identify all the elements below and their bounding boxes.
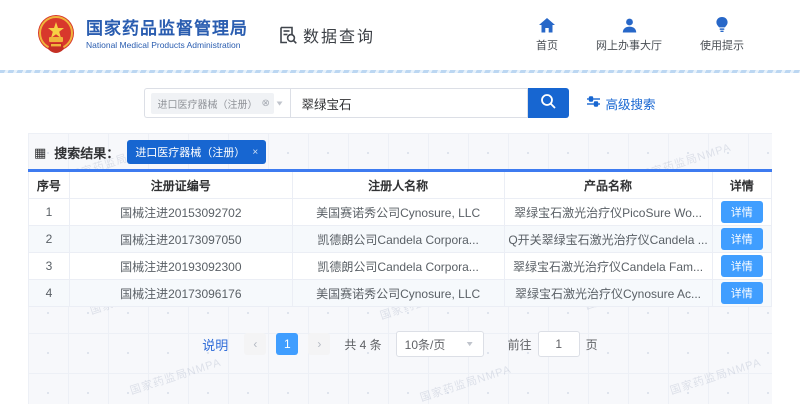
registrant: 凯德朗公司Candela Corpora... <box>292 253 504 280</box>
home-icon <box>539 17 555 33</box>
org-name-en: National Medical Products Administration <box>86 41 248 51</box>
app-title: 数据查询 <box>278 23 375 47</box>
cert-no: 国械注进20173096176 <box>69 280 292 307</box>
col-header-cert-no: 注册证编号 <box>69 171 292 199</box>
filter-sliders-icon <box>587 96 600 110</box>
row-index: 3 <box>29 253 70 280</box>
user-icon <box>622 17 637 33</box>
nav-label: 首页 <box>536 37 558 53</box>
header-nav: 首页 网上办事大厅 使用提示 <box>536 17 744 53</box>
active-filter-tag[interactable]: 进口医疗器械（注册） × <box>127 140 266 164</box>
bulb-icon <box>716 17 728 33</box>
watermark: 国家药监局NMPA <box>128 354 223 399</box>
results-bar: ▦ 搜索结果： 进口医疗器械（注册） × <box>28 133 772 169</box>
watermark: 国家药监局NMPA <box>418 361 513 404</box>
grid-icon: ▦ <box>34 146 46 159</box>
national-emblem-icon <box>36 13 76 57</box>
results-table: 序号 注册证编号 注册人名称 产品名称 详情 1 国械注进20153092702… <box>28 169 772 307</box>
col-header-index: 序号 <box>29 171 70 199</box>
registrant: 凯德朗公司Candela Corpora... <box>292 226 504 253</box>
nav-item-usage-tips[interactable]: 使用提示 <box>700 17 744 53</box>
cert-no: 国械注进20193092300 <box>69 253 292 280</box>
nav-item-home[interactable]: 首页 <box>536 17 558 53</box>
chevron-down-icon: ▼ <box>275 99 285 107</box>
goto-page-group: 前往 页 <box>508 331 598 357</box>
product-name: 翠绿宝石激光治疗仪Candela Fam... <box>504 253 712 280</box>
col-header-detail: 详情 <box>712 171 771 199</box>
search-button[interactable] <box>528 88 569 118</box>
nav-label: 网上办事大厅 <box>596 37 662 53</box>
search-group: 进口医疗器械（注册） ⊗ ▼ <box>144 88 569 118</box>
table-row: 4 国械注进20173096176 美国赛诺秀公司Cynosure, LLC 翠… <box>29 280 772 307</box>
row-index: 4 <box>29 280 70 307</box>
goto-prefix-label: 前往 <box>508 336 532 353</box>
registrant: 美国赛诺秀公司Cynosure, LLC <box>292 199 504 226</box>
header: 国家药品监督管理局 National Medical Products Admi… <box>0 0 800 70</box>
detail-button[interactable]: 详情 <box>721 228 763 250</box>
category-tag-label: 进口医疗器械（注册） <box>157 96 257 111</box>
results-panel: 国家药监局NMPA 国家药监局NMPA 国家药监局NMPA 国家药监局NMPA … <box>28 133 772 404</box>
detail-button[interactable]: 详情 <box>721 255 763 277</box>
goto-suffix-label: 页 <box>586 336 598 353</box>
note-link[interactable]: 说明 <box>202 335 228 354</box>
table-row: 1 国械注进20153092702 美国赛诺秀公司Cynosure, LLC 翠… <box>29 199 772 226</box>
row-index: 1 <box>29 199 70 226</box>
cert-no: 国械注进20153092702 <box>69 199 292 226</box>
product-name: Q开关翠绿宝石激光治疗仪Candela ... <box>504 226 712 253</box>
next-page-button[interactable]: › <box>308 333 330 355</box>
cert-no: 国械注进20173097050 <box>69 226 292 253</box>
page-size-select[interactable]: 10条/页 ▼ <box>396 331 484 357</box>
tag-clear-icon[interactable]: ⊗ <box>261 98 269 109</box>
nav-label: 使用提示 <box>700 37 744 53</box>
nmpa-data-query-page: 国家药品监督管理局 National Medical Products Admi… <box>0 0 800 404</box>
detail-button[interactable]: 详情 <box>721 201 763 223</box>
table-row: 2 国械注进20173097050 凯德朗公司Candela Corpora..… <box>29 226 772 253</box>
pagination: 说明 ‹ 1 › 共 4 条 10条/页 ▼ 前往 页 <box>28 331 772 357</box>
data-query-icon <box>278 25 298 45</box>
category-select[interactable]: 进口医疗器械（注册） ⊗ ▼ <box>144 88 290 118</box>
prev-page-button[interactable]: ‹ <box>244 333 266 355</box>
total-count-label: 共 4 条 <box>344 336 381 353</box>
product-name: 翠绿宝石激光治疗仪Cynosure Ac... <box>504 280 712 307</box>
table-header-row: 序号 注册证编号 注册人名称 产品名称 详情 <box>29 171 772 199</box>
nav-item-service-hall[interactable]: 网上办事大厅 <box>596 17 662 53</box>
page-size-value: 10条/页 <box>405 336 446 353</box>
active-filter-label: 进口医疗器械（注册） <box>135 144 245 160</box>
logo-group[interactable]: 国家药品监督管理局 National Medical Products Admi… <box>36 13 248 57</box>
table-row: 3 国械注进20193092300 凯德朗公司Candela Corpora..… <box>29 253 772 280</box>
results-label: 搜索结果： <box>54 143 119 162</box>
search-input[interactable] <box>290 88 528 118</box>
advanced-search-label: 高级搜索 <box>605 94 655 113</box>
row-index: 2 <box>29 226 70 253</box>
watermark: 国家药监局NMPA <box>668 354 763 399</box>
advanced-search-link[interactable]: 高级搜索 <box>587 94 655 113</box>
org-names: 国家药品监督管理局 National Medical Products Admi… <box>86 19 248 50</box>
search-section: 进口医疗器械（注册） ⊗ ▼ 高级搜索 <box>0 73 800 133</box>
detail-button[interactable]: 详情 <box>721 282 763 304</box>
col-header-product: 产品名称 <box>504 171 712 199</box>
current-page-button[interactable]: 1 <box>276 333 298 355</box>
product-name: 翠绿宝石激光治疗仪PicoSure Wo... <box>504 199 712 226</box>
goto-page-input[interactable] <box>538 331 580 357</box>
app-title-text: 数据查询 <box>303 23 375 47</box>
category-tag[interactable]: 进口医疗器械（注册） ⊗ <box>151 93 273 114</box>
col-header-registrant: 注册人名称 <box>292 171 504 199</box>
search-icon <box>540 93 557 113</box>
registrant: 美国赛诺秀公司Cynosure, LLC <box>292 280 504 307</box>
org-name-cn: 国家药品监督管理局 <box>86 19 248 39</box>
close-icon[interactable]: × <box>252 147 258 158</box>
chevron-down-icon: ▼ <box>465 340 475 348</box>
